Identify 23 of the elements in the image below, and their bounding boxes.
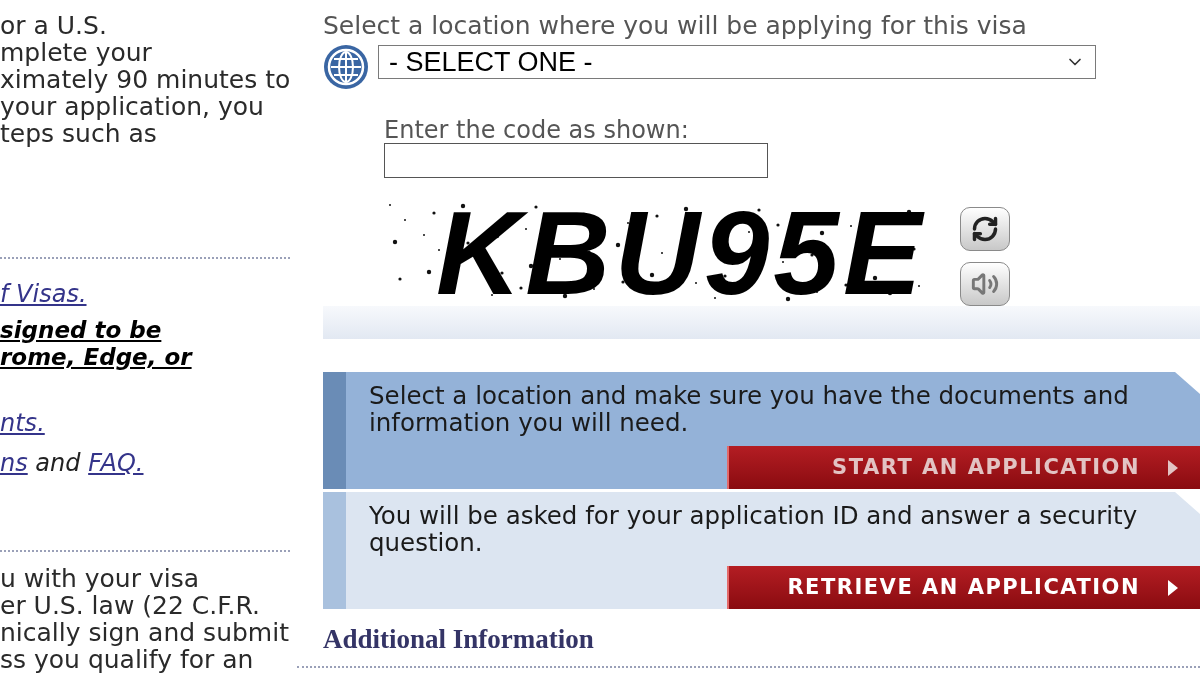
help-link[interactable]: ns [0,449,28,477]
audio-button[interactable] [960,262,1010,306]
panel-text: You will be asked for your application ID and answer a security question. [368,502,1139,556]
panel-text: Select a location and make sure you have the documents and information you will need. [368,382,1130,436]
code-label: Enter the code as shown: [384,118,689,142]
location-select[interactable]: - SELECT ONE - [378,45,1096,79]
location-label: Select a location where you will be applying for this visa [323,13,1027,39]
speaker-icon [971,270,999,298]
globe-icon [323,44,369,90]
help-link[interactable]: nts. [0,410,45,437]
caret-right-icon [1168,579,1178,596]
section-heading: Additional Information [323,625,594,653]
help-link[interactable]: FAQ. [88,449,144,477]
refresh-button[interactable] [960,207,1010,251]
code-input[interactable] [384,143,768,178]
help-link[interactable]: f Visas. [0,281,87,308]
caret-right-icon [1168,459,1178,476]
browser-notice: signed to be rome, Edge, or [0,317,192,371]
refresh-icon [971,215,999,243]
disclaimer-text: u with your visa er U.S. law (22 C.F.R. nically sign and submit ss you qualify for an [0,565,289,673]
intro-text: or a U.S. mplete your ximately 90 minutes to your application, you teps such as [0,12,291,147]
application-button[interactable]: RETRIEVE AN APPLICATION [727,566,1200,609]
help-text: ns and FAQ. [0,450,144,477]
